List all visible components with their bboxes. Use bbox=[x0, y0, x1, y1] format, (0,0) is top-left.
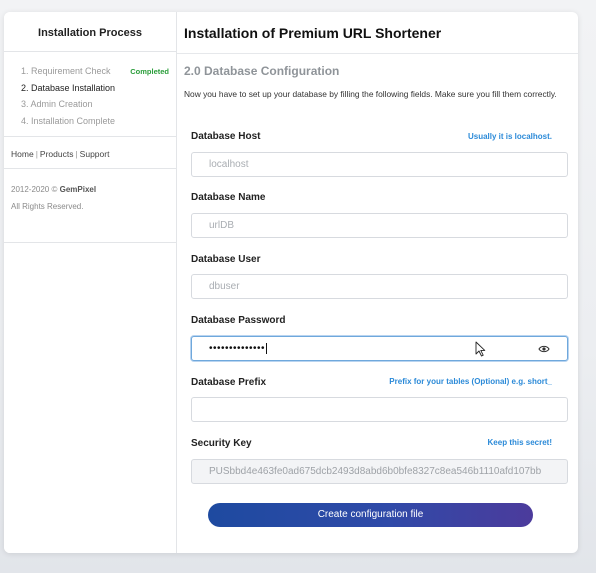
copyright: 2012-2020 © GemPixel All Rights Reserved… bbox=[4, 169, 176, 243]
password-mask: •••••••••••••• bbox=[209, 343, 266, 354]
products-link[interactable]: Products bbox=[40, 149, 74, 159]
db-host-input[interactable]: localhost bbox=[191, 152, 568, 177]
mouse-cursor-icon bbox=[475, 341, 486, 357]
intro-text: Now you have to set up your database by … bbox=[184, 89, 557, 99]
support-link[interactable]: Support bbox=[80, 149, 110, 159]
db-name-input[interactable]: urlDB bbox=[191, 213, 568, 238]
db-prefix-input[interactable] bbox=[191, 397, 568, 422]
db-user-label: Database User bbox=[191, 254, 261, 265]
rights-text: All Rights Reserved. bbox=[11, 202, 84, 211]
step-label: 4. Installation Complete bbox=[21, 115, 116, 126]
create-config-button[interactable]: Create configuration file bbox=[208, 503, 533, 527]
main-panel: Installation of Premium URL Shortener 2.… bbox=[177, 12, 578, 553]
installer-card: Installation Process 1. Requirement Chec… bbox=[4, 12, 578, 553]
step-database-installation: 2. Database Installation bbox=[21, 82, 176, 99]
section-title: 2.0 Database Configuration bbox=[184, 64, 340, 78]
db-prefix-label: Database Prefix bbox=[191, 377, 267, 388]
brand-name: GemPixel bbox=[59, 185, 97, 194]
link-separator: | bbox=[35, 149, 38, 159]
db-host-hint: Usually it is localhost. bbox=[467, 132, 552, 141]
security-key-input[interactable]: PUSbbd4e463fe0ad675dcb2493d8abd6b0bfe832… bbox=[191, 459, 568, 484]
db-prefix-hint: Prefix for your tables (Optional) e.g. s… bbox=[389, 377, 552, 386]
db-password-label: Database Password bbox=[191, 315, 286, 326]
divider bbox=[177, 53, 578, 54]
db-user-input[interactable]: dbuser bbox=[191, 274, 568, 299]
step-label: 3. Admin Creation bbox=[21, 99, 93, 109]
copyright-years: 2012-2020 © bbox=[11, 185, 58, 194]
step-requirement-check: 1. Requirement Check Completed bbox=[21, 65, 176, 82]
eye-icon[interactable] bbox=[538, 344, 550, 354]
db-name-label: Database Name bbox=[191, 192, 266, 203]
security-key-hint: Keep this secret! bbox=[487, 438, 552, 447]
page-title: Installation of Premium URL Shortener bbox=[184, 25, 442, 41]
security-key-label: Security Key bbox=[191, 438, 252, 449]
sidebar: Installation Process 1. Requirement Chec… bbox=[4, 12, 177, 553]
step-label: 1. Requirement Check bbox=[21, 66, 111, 76]
step-label: 2. Database Installation bbox=[21, 82, 116, 93]
step-installation-complete: 4. Installation Complete bbox=[21, 115, 176, 132]
completed-badge: Completed bbox=[130, 67, 169, 76]
text-cursor bbox=[266, 342, 268, 354]
footer-links: Home | Products | Support bbox=[4, 137, 176, 169]
step-admin-creation: 3. Admin Creation bbox=[21, 98, 176, 115]
link-separator: | bbox=[75, 149, 78, 159]
step-list: 1. Requirement Check Completed 2. Databa… bbox=[4, 52, 176, 137]
home-link[interactable]: Home bbox=[11, 149, 34, 159]
db-host-label: Database Host bbox=[191, 131, 261, 142]
db-password-input[interactable]: •••••••••••••• bbox=[191, 336, 568, 361]
sidebar-title: Installation Process bbox=[4, 12, 176, 52]
